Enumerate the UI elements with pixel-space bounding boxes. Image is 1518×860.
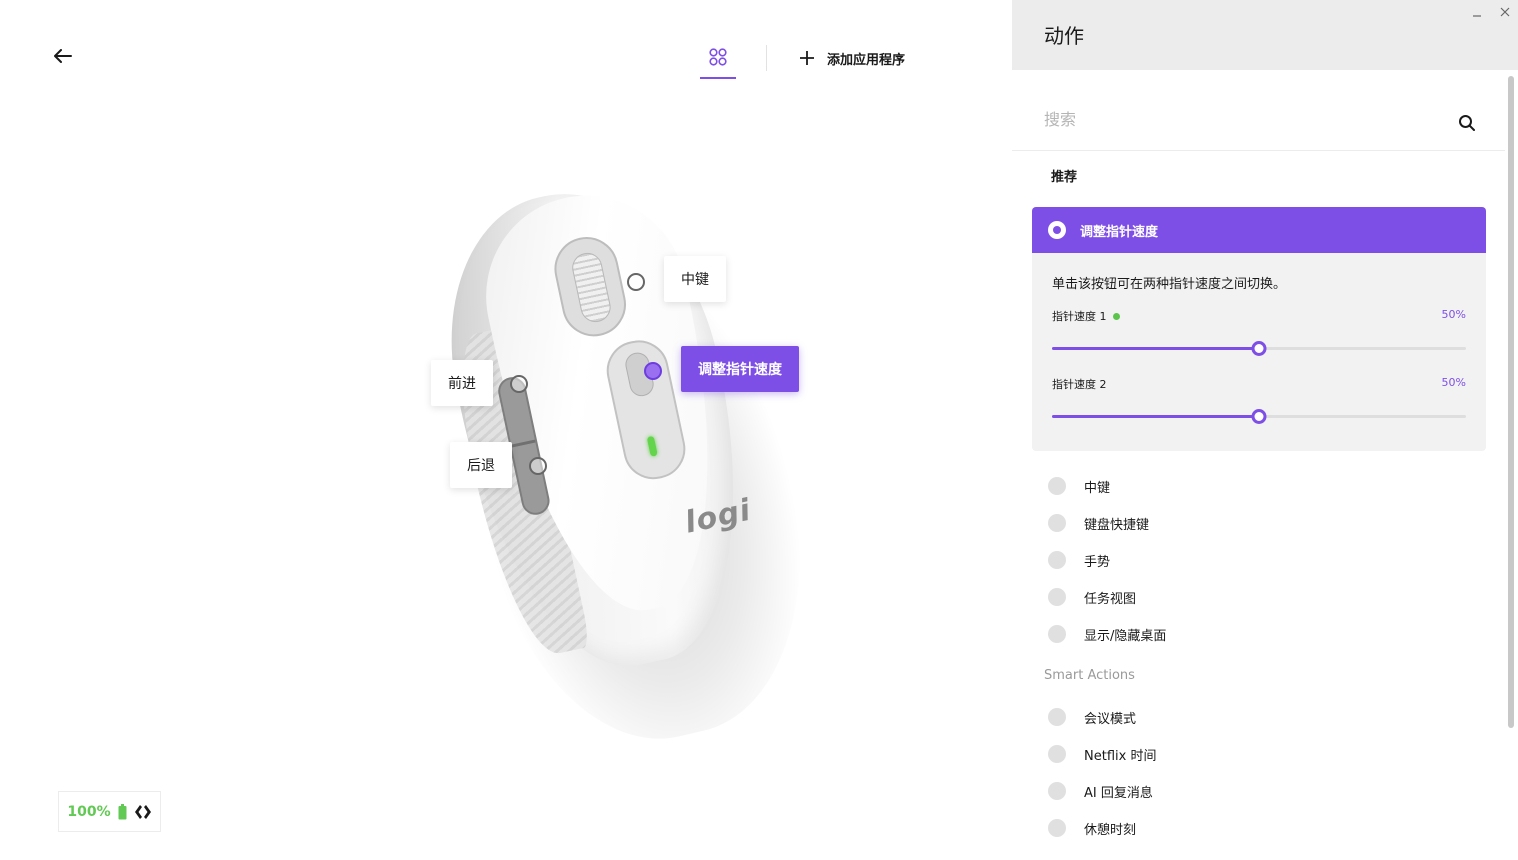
- device-canvas: 添加应用程序 logi 中键 调整指针速度 前进 后退 100%: [0, 0, 1012, 860]
- selected-action-header[interactable]: 调整指针速度: [1032, 207, 1486, 253]
- radio-unselected[interactable]: [1048, 551, 1066, 569]
- search-icon[interactable]: [1458, 114, 1476, 132]
- action-label: AI 回复消息: [1084, 785, 1153, 801]
- speed1-label-row: 指针速度 1: [1052, 308, 1120, 324]
- panel-title: 动作: [1044, 24, 1084, 48]
- selected-action-title: 调整指针速度: [1080, 224, 1159, 240]
- callout-back-label: 后退: [467, 458, 495, 474]
- radio-unselected[interactable]: [1048, 625, 1066, 643]
- grid-apps-icon: [709, 48, 727, 66]
- scroll-wheel: [569, 250, 614, 325]
- speed1-value: 50%: [1441, 308, 1466, 321]
- battery-percent: 100%: [67, 803, 111, 820]
- action-item-keyboard-shortcut[interactable]: 键盘快捷键: [1044, 508, 1484, 538]
- back-arrow-icon[interactable]: [50, 44, 76, 68]
- bolt-connection-icon: [134, 804, 151, 819]
- callout-middle-button[interactable]: 中键: [664, 256, 726, 302]
- speed1-label: 指针速度 1: [1052, 310, 1107, 323]
- callout-forward-label: 前进: [448, 376, 476, 392]
- tab-all-apps[interactable]: [700, 37, 736, 79]
- action-label: 休憩时刻: [1084, 822, 1137, 838]
- speed2-label: 指针速度 2: [1052, 378, 1107, 391]
- slider-fill: [1052, 347, 1259, 350]
- speed2-value: 50%: [1441, 376, 1466, 389]
- action-label: 手势: [1084, 554, 1111, 570]
- add-app-label: 添加应用程序: [827, 52, 906, 68]
- plus-icon: [800, 51, 814, 65]
- action-label: 键盘快捷键: [1084, 517, 1150, 533]
- callout-dpi-button[interactable]: 调整指针速度: [681, 346, 799, 392]
- selected-action-description: 单击该按钮可在两种指针速度之间切换。: [1052, 277, 1287, 292]
- speed1-slider[interactable]: [1052, 340, 1466, 356]
- action-label: 任务视图: [1084, 591, 1137, 607]
- add-app-button[interactable]: 添加应用程序: [799, 49, 905, 68]
- callout-back-button[interactable]: 后退: [450, 442, 512, 488]
- radio-unselected[interactable]: [1048, 708, 1066, 726]
- smart-action-netflix-time[interactable]: Netflix 时间: [1044, 739, 1484, 769]
- smart-action-ai-reply[interactable]: AI 回复消息: [1044, 776, 1484, 806]
- radio-unselected[interactable]: [1048, 588, 1066, 606]
- smart-action-break-time[interactable]: 休憩时刻: [1044, 813, 1484, 843]
- action-item-middle-button[interactable]: 中键: [1044, 471, 1484, 501]
- action-item-gesture[interactable]: 手势: [1044, 545, 1484, 575]
- hotspot-back-button[interactable]: [529, 457, 547, 475]
- action-label: 中键: [1084, 480, 1111, 496]
- action-label: 会议模式: [1084, 711, 1137, 727]
- recommended-section-label: 推荐: [1051, 170, 1078, 185]
- selected-action-card: 调整指针速度 单击该按钮可在两种指针速度之间切换。 指针速度 1 50% 指针速…: [1032, 207, 1486, 451]
- close-icon[interactable]: [1498, 5, 1512, 19]
- smart-action-meeting-mode[interactable]: 会议模式: [1044, 702, 1484, 732]
- callout-forward-button[interactable]: 前进: [431, 360, 493, 406]
- battery-status[interactable]: 100%: [58, 791, 161, 832]
- action-label: 显示/隐藏桌面: [1084, 628, 1167, 644]
- callout-middle-label: 中键: [681, 272, 709, 288]
- hotspot-forward-button[interactable]: [510, 375, 528, 393]
- app-bar-divider: [766, 45, 767, 71]
- radio-unselected[interactable]: [1048, 819, 1066, 837]
- radio-selected[interactable]: [1048, 221, 1066, 239]
- radio-unselected[interactable]: [1048, 514, 1066, 532]
- status-led: [646, 435, 658, 457]
- slider-fill: [1052, 415, 1259, 418]
- panel-header: 动作: [1012, 0, 1518, 70]
- slider-thumb[interactable]: [1251, 409, 1267, 424]
- action-item-show-desktop[interactable]: 显示/隐藏桌面: [1044, 619, 1484, 649]
- smart-actions-section-label: Smart Actions: [1044, 668, 1135, 683]
- panel-scrollbar[interactable]: [1508, 76, 1514, 728]
- search-input[interactable]: [1044, 104, 1434, 134]
- minimize-icon[interactable]: [1470, 6, 1484, 20]
- speed1-active-dot: [1112, 312, 1120, 320]
- battery-icon: [118, 803, 127, 819]
- app-bar: 添加应用程序: [700, 36, 905, 80]
- hotspot-middle-button[interactable]: [627, 273, 645, 291]
- radio-unselected[interactable]: [1048, 477, 1066, 495]
- hotspot-dpi-button[interactable]: [644, 362, 662, 380]
- callout-dpi-label: 调整指针速度: [698, 362, 782, 378]
- speed2-slider[interactable]: [1052, 408, 1466, 424]
- slider-thumb[interactable]: [1251, 341, 1267, 356]
- action-item-task-view[interactable]: 任务视图: [1044, 582, 1484, 612]
- search-row: [1012, 96, 1505, 151]
- radio-unselected[interactable]: [1048, 782, 1066, 800]
- action-label: Netflix 时间: [1084, 748, 1157, 764]
- radio-unselected[interactable]: [1048, 745, 1066, 763]
